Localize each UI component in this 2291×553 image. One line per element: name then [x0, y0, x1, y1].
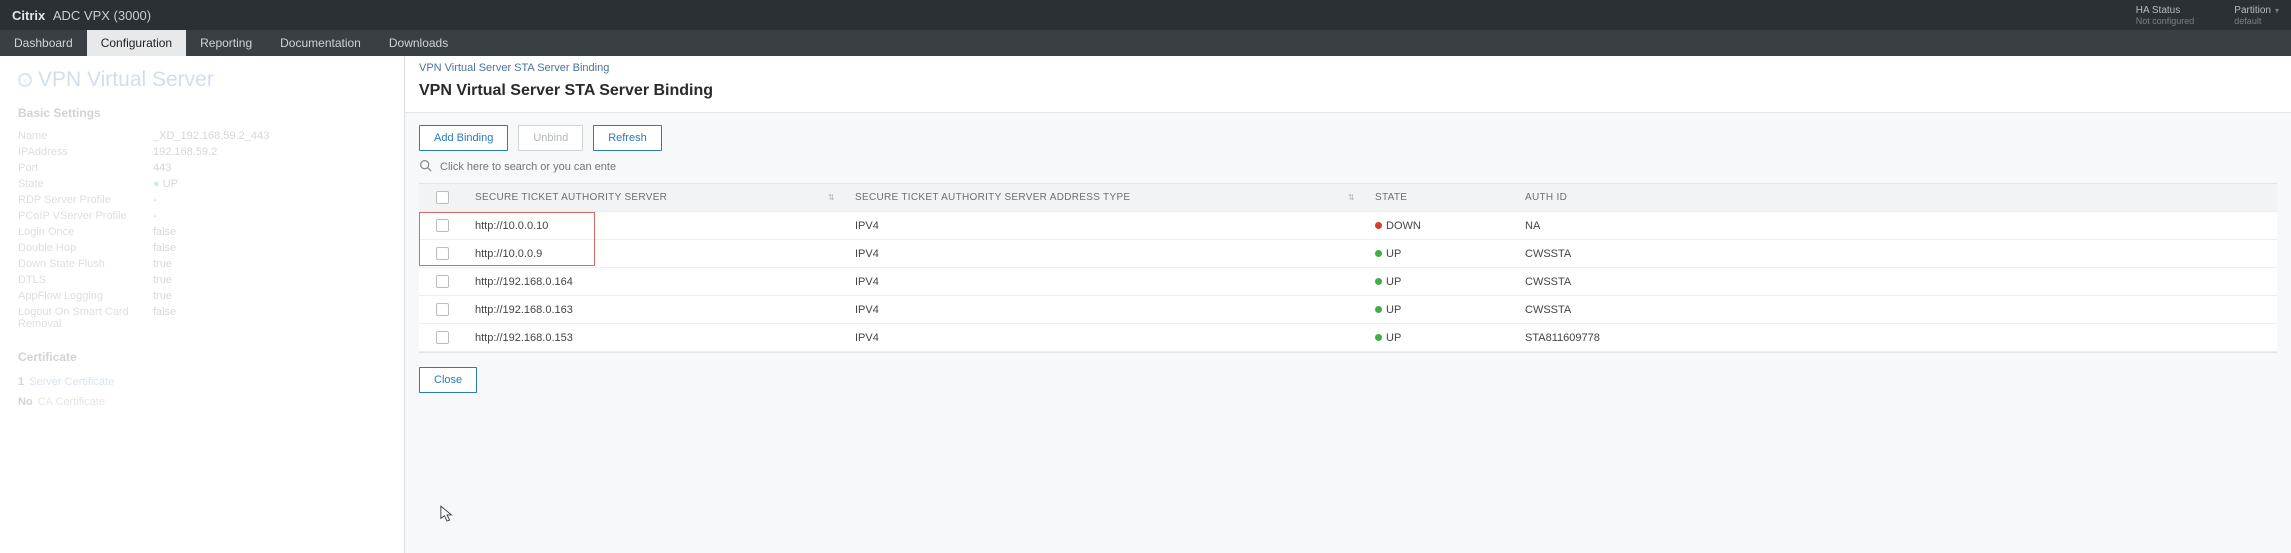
tab-configuration[interactable]: Configuration [87, 30, 186, 56]
col-type[interactable]: SECURE TICKET AUTHORITY SERVER ADDRESS T… [845, 186, 1365, 209]
brand-sub: ADC VPX (3000) [53, 8, 151, 23]
row-checkbox[interactable] [436, 219, 449, 232]
table-row[interactable]: http://10.0.0.10 IPV4 DOWN NA [419, 212, 2277, 240]
page-title-text: VPN Virtual Server [38, 68, 214, 92]
table-row[interactable]: http://192.168.0.163 IPV4 UP CWSSTA [419, 296, 2277, 324]
unbind-button: Unbind [518, 125, 583, 151]
select-all-checkbox[interactable] [436, 191, 449, 204]
tab-dashboard[interactable]: Dashboard [0, 30, 87, 56]
ha-status-value: Not configured [2136, 16, 2195, 27]
tab-reporting[interactable]: Reporting [186, 30, 266, 56]
col-auth[interactable]: AUTH ID [1515, 186, 2277, 209]
nav-tabs: Dashboard Configuration Reporting Docume… [0, 30, 2291, 56]
search-row [405, 159, 2291, 183]
close-button[interactable]: Close [419, 367, 477, 393]
sta-table: SECURE TICKET AUTHORITY SERVER⇅ SECURE T… [419, 183, 2277, 353]
partition-group[interactable]: Partition▾ default [2234, 5, 2279, 27]
sort-icon: ⇅ [1348, 193, 1355, 202]
search-input[interactable] [440, 161, 680, 173]
certificate-title: Certificate [18, 350, 386, 364]
breadcrumb: VPN Virtual Server STA Server Binding [405, 56, 2291, 78]
row-checkbox[interactable] [436, 247, 449, 260]
page-title: ‹ VPN Virtual Server [18, 68, 386, 92]
status-dot-up-icon [1375, 250, 1382, 257]
topbar: Citrix ADC VPX (3000) HA Status Not conf… [0, 0, 2291, 30]
basic-settings-title: Basic Settings [18, 106, 386, 120]
search-icon[interactable] [419, 159, 432, 175]
ca-certificate-link[interactable]: No CA Certificate [18, 392, 386, 412]
dot-up-icon: ● [153, 178, 160, 190]
add-binding-button[interactable]: Add Binding [419, 125, 508, 151]
status-dot-down-icon [1375, 222, 1382, 229]
sort-icon: ⇅ [828, 193, 835, 202]
row-checkbox[interactable] [436, 303, 449, 316]
tab-downloads[interactable]: Downloads [375, 30, 462, 56]
brand: Citrix ADC VPX (3000) [12, 8, 151, 23]
tab-documentation[interactable]: Documentation [266, 30, 375, 56]
row-checkbox[interactable] [436, 275, 449, 288]
left-panel: ‹ VPN Virtual Server Basic Settings Name… [0, 56, 405, 553]
partition-value: default [2234, 16, 2279, 27]
status-dot-up-icon [1375, 334, 1382, 341]
right-panel: VPN Virtual Server STA Server Binding VP… [405, 56, 2291, 553]
ha-status-group[interactable]: HA Status Not configured [2136, 5, 2195, 27]
ha-status-label: HA Status [2136, 5, 2195, 16]
brand-main: Citrix [12, 8, 45, 23]
row-checkbox[interactable] [436, 331, 449, 344]
toolbar: Add Binding Unbind Refresh [405, 113, 2291, 159]
table-row[interactable]: http://192.168.0.153 IPV4 UP STA81160977… [419, 324, 2277, 352]
status-dot-up-icon [1375, 278, 1382, 285]
status-dot-up-icon [1375, 306, 1382, 313]
table-header: SECURE TICKET AUTHORITY SERVER⇅ SECURE T… [419, 184, 2277, 212]
col-state[interactable]: STATE [1365, 186, 1515, 209]
table-row[interactable]: http://10.0.0.9 IPV4 UP CWSSTA [419, 240, 2277, 268]
refresh-button[interactable]: Refresh [593, 125, 662, 151]
server-certificate-link[interactable]: 1 Server Certificate [18, 372, 386, 392]
table-row[interactable]: http://192.168.0.164 IPV4 UP CWSSTA [419, 268, 2277, 296]
partition-label: Partition▾ [2234, 5, 2279, 16]
col-server[interactable]: SECURE TICKET AUTHORITY SERVER⇅ [465, 186, 845, 209]
chevron-down-icon: ▾ [2275, 6, 2279, 15]
panel-title: VPN Virtual Server STA Server Binding [405, 78, 2291, 113]
back-icon[interactable]: ‹ [18, 73, 32, 87]
